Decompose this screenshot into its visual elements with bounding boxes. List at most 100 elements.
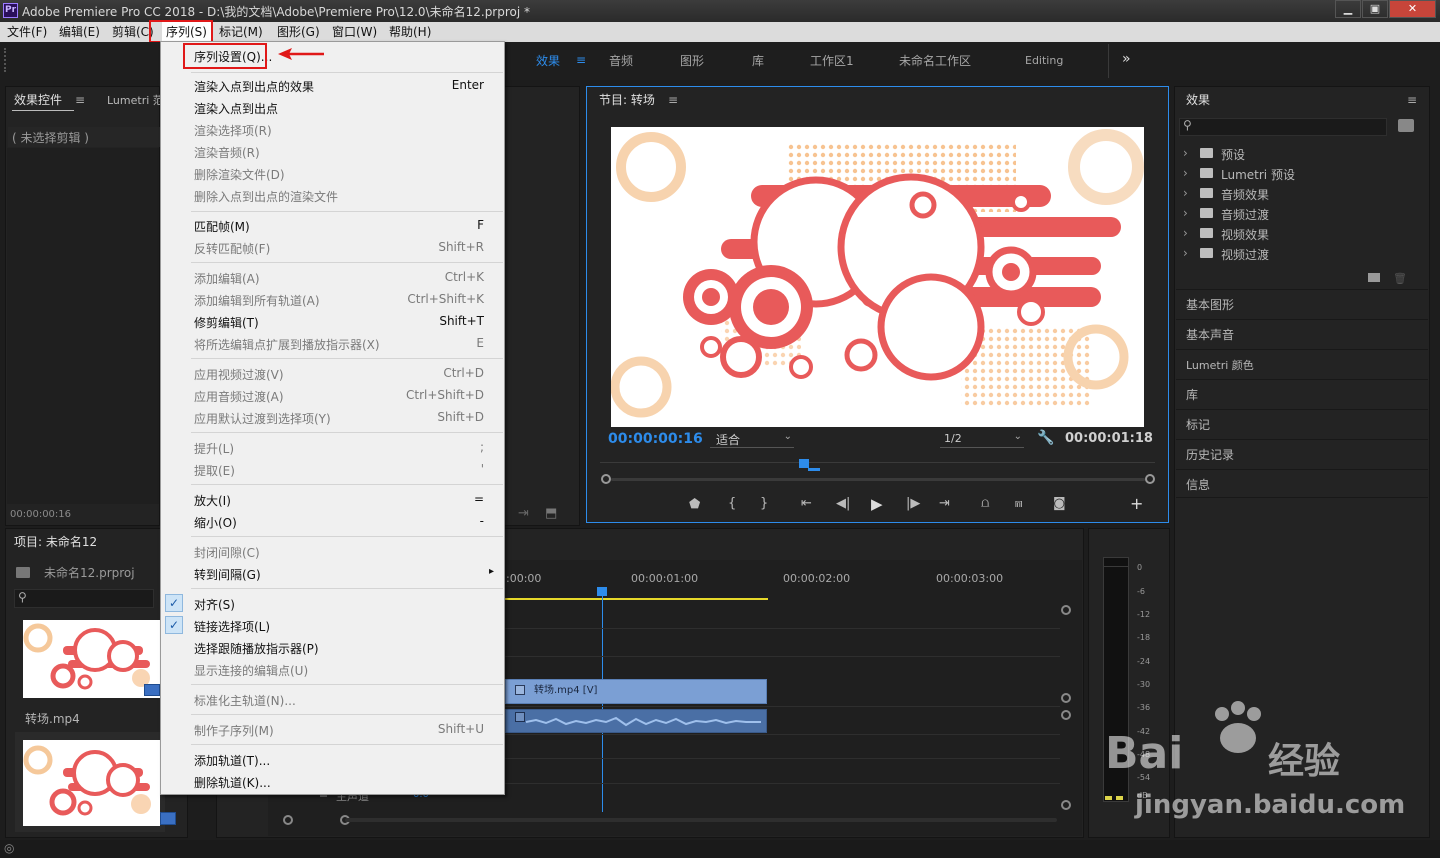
effects-item-lumetri-presets[interactable]: › Lumetri 预设: [1180, 164, 1422, 184]
program-current-timecode[interactable]: 00:00:00:16: [608, 431, 703, 447]
workspace-tab-audio[interactable]: 音频: [609, 52, 633, 70]
section-markers[interactable]: 标记: [1176, 409, 1428, 438]
effects-item-audio-transitions[interactable]: › 音频过渡: [1180, 204, 1422, 224]
program-video-frame[interactable]: [611, 127, 1144, 427]
mark-out-icon[interactable]: }: [760, 496, 768, 511]
menu-item-selection-follows-playhead[interactable]: 选择跟随播放指示器(P): [161, 636, 504, 658]
resolution-dropdown[interactable]: 1/2 ⌄: [940, 431, 1024, 448]
workspace-tab-library[interactable]: 库: [752, 52, 764, 70]
sequence-thumbnail[interactable]: [23, 740, 160, 826]
effects-item-video-transitions[interactable]: › 视频过渡: [1180, 244, 1422, 264]
play-icon[interactable]: ▶: [871, 495, 883, 513]
track-scroll-handle[interactable]: [1061, 710, 1071, 720]
workspace-tab-untitled[interactable]: 未命名工作区: [899, 52, 971, 70]
step-back-icon[interactable]: ◀|: [836, 496, 850, 511]
effects-panel-title[interactable]: 效果: [1186, 91, 1210, 108]
audio-clip[interactable]: [505, 709, 767, 733]
menu-marker[interactable]: 标记(M): [215, 22, 267, 42]
menu-file[interactable]: 文件(F): [3, 22, 51, 42]
workspace-tab-editing[interactable]: Editing: [1025, 54, 1063, 72]
track-scroll-handle[interactable]: [1061, 605, 1071, 615]
camera-icon[interactable]: ◙: [1053, 496, 1066, 511]
menu-item-add-edit[interactable]: 添加编辑(A) Ctrl+K: [161, 266, 504, 288]
extract-icon[interactable]: ⩎: [1015, 496, 1022, 511]
workspace-tab-effects[interactable]: 效果: [536, 52, 560, 70]
workspace-tab-graphics[interactable]: 图形: [680, 52, 704, 70]
menu-item-render-selection[interactable]: 渲染选择项(R): [161, 118, 504, 140]
effects-menu-icon[interactable]: ≡: [1407, 93, 1417, 107]
close-button[interactable]: ✕: [1389, 0, 1436, 18]
zoom-handle-right[interactable]: [1145, 474, 1155, 484]
menu-item-snap[interactable]: ✓ 对齐(S): [161, 592, 504, 614]
timeline-zoom-left[interactable]: [283, 815, 293, 825]
tab-lumetri-scopes[interactable]: Lumetri 范: [107, 92, 164, 108]
menu-edit[interactable]: 编辑(E): [55, 22, 104, 42]
section-info[interactable]: 信息: [1176, 469, 1428, 498]
menu-item-extend-edit-to-playhead[interactable]: 将所选编辑点扩展到播放指示器(X) E: [161, 332, 504, 354]
section-essential-sound[interactable]: 基本声音: [1176, 319, 1428, 348]
tab-effect-controls[interactable]: 效果控件: [14, 91, 62, 108]
menu-item-make-subsequence[interactable]: 制作子序列(M) Shift+U: [161, 718, 504, 740]
menu-item-linked-selection[interactable]: ✓ 链接选择项(L): [161, 614, 504, 636]
go-to-in-icon[interactable]: ⇤: [801, 496, 812, 511]
project-search-input[interactable]: [14, 589, 154, 608]
workspace-tab-workspace1[interactable]: 工作区1: [810, 52, 854, 70]
overwrite-icon[interactable]: ⇥: [518, 506, 529, 521]
menu-item-delete-tracks[interactable]: 删除轨道(K)...: [161, 770, 504, 792]
track-scroll-handle[interactable]: [1061, 800, 1071, 810]
program-menu-icon[interactable]: ≡: [668, 93, 678, 107]
maximize-button[interactable]: ▣: [1362, 0, 1388, 18]
timeline-scrollbar[interactable]: [345, 818, 1057, 822]
section-history[interactable]: 历史记录: [1176, 439, 1428, 468]
section-libraries[interactable]: 库: [1176, 379, 1428, 408]
menu-item-render-audio[interactable]: 渲染音频(R): [161, 140, 504, 162]
section-essential-graphics[interactable]: 基本图形: [1176, 289, 1428, 318]
menu-item-zoom-in[interactable]: 放大(I) =: [161, 488, 504, 510]
work-area-bar[interactable]: [505, 598, 768, 600]
effects-search-input[interactable]: [1179, 118, 1387, 136]
add-marker-icon[interactable]: ⬟: [689, 497, 700, 512]
menu-item-close-gap[interactable]: 封闭间隙(C): [161, 540, 504, 562]
track-scroll-handle[interactable]: [1061, 693, 1071, 703]
zoom-handle-left[interactable]: [601, 474, 611, 484]
menu-item-show-through-edits[interactable]: 显示连接的编辑点(U): [161, 658, 504, 680]
clip-thumbnail[interactable]: [23, 620, 160, 698]
workspace-menu-icon[interactable]: ≡: [576, 53, 586, 67]
menu-item-delete-render-files[interactable]: 删除渲染文件(D): [161, 162, 504, 184]
menu-item-go-to-gap[interactable]: 转到间隔(G) ▸: [161, 562, 504, 584]
menu-item-normalize-master-track[interactable]: 标准化主轨道(N)...: [161, 688, 504, 710]
menu-item-render-in-out[interactable]: 渲染入点到出点: [161, 96, 504, 118]
menu-item-render-effects-in-out[interactable]: 渲染入点到出点的效果 Enter: [161, 74, 504, 96]
playhead-marker[interactable]: [799, 459, 809, 468]
effects-item-video-effects[interactable]: › 视频效果: [1180, 224, 1422, 244]
menu-item-extract[interactable]: 提取(E) ': [161, 458, 504, 480]
panel-menu-icon[interactable]: ≡: [75, 93, 85, 107]
project-title[interactable]: 项目: 未命名12: [14, 533, 97, 550]
menu-graphics[interactable]: 图形(G): [273, 22, 324, 42]
effects-item-audio-effects[interactable]: › 音频效果: [1180, 184, 1422, 204]
mark-in-icon[interactable]: {: [728, 496, 736, 511]
trash-icon[interactable]: 🗑: [1393, 272, 1407, 285]
menu-help[interactable]: 帮助(H): [385, 22, 435, 42]
add-button-icon[interactable]: +: [1130, 494, 1143, 513]
fit-dropdown[interactable]: 适合 ⌄: [710, 431, 794, 448]
menu-item-lift[interactable]: 提升(L);: [161, 436, 504, 458]
menu-item-match-frame[interactable]: 匹配帧(M) F: [161, 214, 504, 236]
go-to-out-icon[interactable]: ⇥: [939, 496, 950, 511]
wrench-icon[interactable]: 🔧: [1037, 430, 1054, 446]
menu-item-add-tracks[interactable]: 添加轨道(T)...: [161, 748, 504, 770]
export-frame-icon[interactable]: ⬒: [545, 506, 557, 521]
menu-item-apply-audio-transition[interactable]: 应用音频过渡(A) Ctrl+Shift+D: [161, 384, 504, 406]
lift-icon[interactable]: ⩍: [981, 496, 989, 511]
timeline-playhead-handle[interactable]: [597, 587, 607, 596]
menu-item-delete-render-files-in-out[interactable]: 删除入点到出点的渲染文件: [161, 184, 504, 206]
new-bin-icon[interactable]: [1398, 119, 1414, 132]
video-clip[interactable]: 转场.mp4 [V]: [505, 679, 767, 704]
menu-item-add-edit-all-tracks[interactable]: 添加编辑到所有轨道(A) Ctrl+Shift+K: [161, 288, 504, 310]
menu-item-apply-default-transitions[interactable]: 应用默认过渡到选择项(Y) Shift+D: [161, 406, 504, 428]
minimize-button[interactable]: ▁: [1335, 0, 1361, 18]
new-folder-icon[interactable]: [1368, 273, 1380, 282]
effects-item-presets[interactable]: › 预设: [1180, 144, 1422, 164]
zoom-scrollbar[interactable]: [611, 478, 1145, 481]
menu-item-zoom-out[interactable]: 缩小(O) -: [161, 510, 504, 532]
